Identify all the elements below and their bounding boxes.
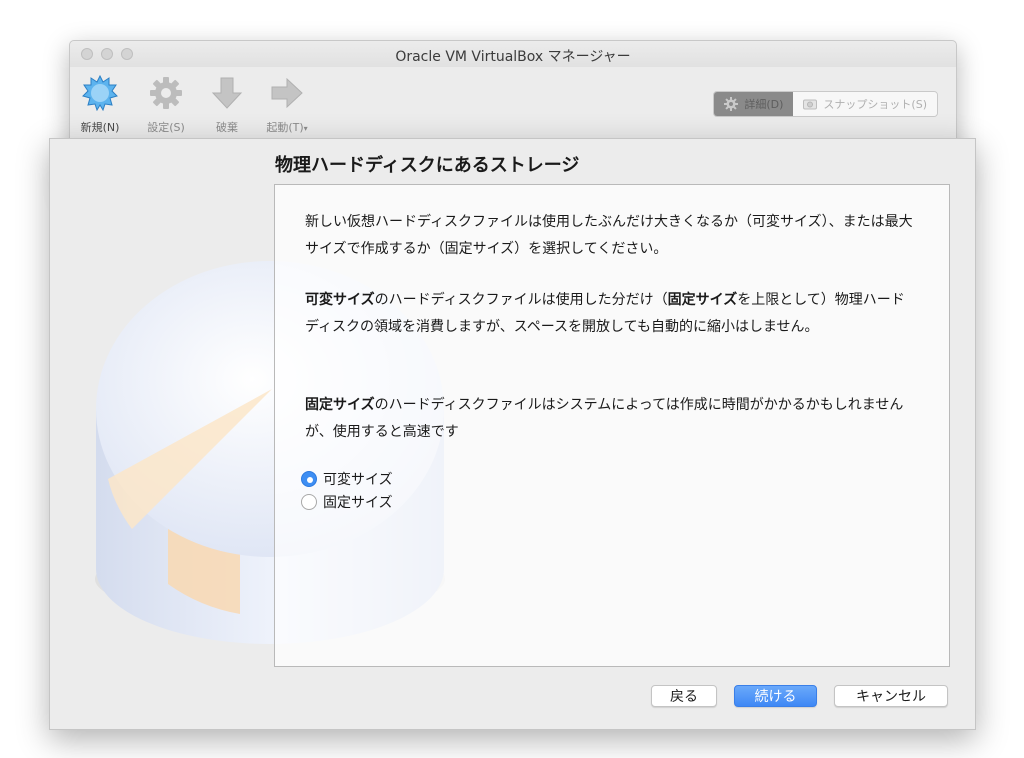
dynamic-size-paragraph: 可変サイズのハードディスクファイルは使用した分だけ（固定サイズを上限として）物理… bbox=[305, 292, 905, 335]
create-disk-wizard-sheet: 物理ハードディスクにあるストレージ 新しい仮想ハードディスクファイルは使用したぶ… bbox=[49, 138, 976, 730]
starburst-icon bbox=[82, 74, 118, 112]
gear-icon bbox=[150, 77, 182, 109]
wizard-heading: 物理ハードディスクにあるストレージ bbox=[275, 155, 580, 176]
settings-button[interactable]: 設定(S) bbox=[136, 75, 196, 135]
dynamic-size-radio-label: 可変サイズ bbox=[323, 472, 393, 488]
cancel-button[interactable]: キャンセル bbox=[834, 685, 948, 707]
radio-unselected-indicator[interactable] bbox=[301, 494, 317, 510]
gear-icon bbox=[724, 97, 739, 111]
start-button[interactable]: 起動(T)▾ bbox=[257, 75, 317, 135]
wizard-content-panel: 新しい仮想ハードディスクファイルは使用したぶんだけ大きくなるか（可変サイズ）、ま… bbox=[274, 184, 950, 667]
view-segmented-control: 詳細(D) スナップショット(S) bbox=[713, 91, 938, 117]
dynamic-size-radio[interactable]: 可変サイズ bbox=[301, 469, 393, 489]
toolbar: 新規(N) 設定(S) 破棄 起動(T)▾ 詳細(D) スナップショット(S) bbox=[70, 67, 956, 135]
title-bar: Oracle VM VirtualBox マネージャー bbox=[70, 41, 956, 67]
fixed-size-term: 固定サイズ bbox=[305, 397, 375, 413]
dropdown-arrow-icon: ▾ bbox=[303, 124, 308, 133]
fixed-size-radio[interactable]: 固定サイズ bbox=[301, 492, 393, 512]
continue-button[interactable]: 続ける bbox=[734, 685, 817, 707]
right-arrow-icon bbox=[271, 77, 303, 109]
intro-paragraph: 新しい仮想ハードディスクファイルは使用したぶんだけ大きくなるか（可変サイズ）、ま… bbox=[305, 214, 913, 257]
fixed-size-paragraph: 固定サイズのハードディスクファイルはシステムによっては作成に時間がかかるかもしれ… bbox=[305, 397, 904, 440]
start-label: 起動(T)▾ bbox=[266, 121, 308, 134]
dynamic-size-term: 可変サイズ bbox=[305, 292, 375, 308]
discard-button[interactable]: 破棄 bbox=[197, 75, 257, 135]
down-arrow-icon bbox=[211, 77, 243, 109]
snapshots-tab[interactable]: スナップショット(S) bbox=[793, 92, 937, 116]
fixed-size-term: 固定サイズ bbox=[667, 292, 738, 308]
camera-icon bbox=[803, 99, 818, 110]
settings-label: 設定(S) bbox=[147, 121, 185, 134]
fixed-size-radio-label: 固定サイズ bbox=[323, 495, 393, 511]
discard-label: 破棄 bbox=[216, 121, 238, 134]
details-tab[interactable]: 詳細(D) bbox=[714, 92, 794, 116]
details-tab-label: 詳細(D) bbox=[744, 98, 784, 111]
window-title: Oracle VM VirtualBox マネージャー bbox=[395, 49, 631, 65]
back-button[interactable]: 戻る bbox=[651, 685, 717, 707]
snapshots-tab-label: スナップショット(S) bbox=[823, 98, 927, 111]
new-button[interactable]: 新規(N) bbox=[70, 74, 130, 135]
new-label: 新規(N) bbox=[80, 121, 120, 134]
radio-selected-indicator[interactable] bbox=[301, 471, 317, 487]
